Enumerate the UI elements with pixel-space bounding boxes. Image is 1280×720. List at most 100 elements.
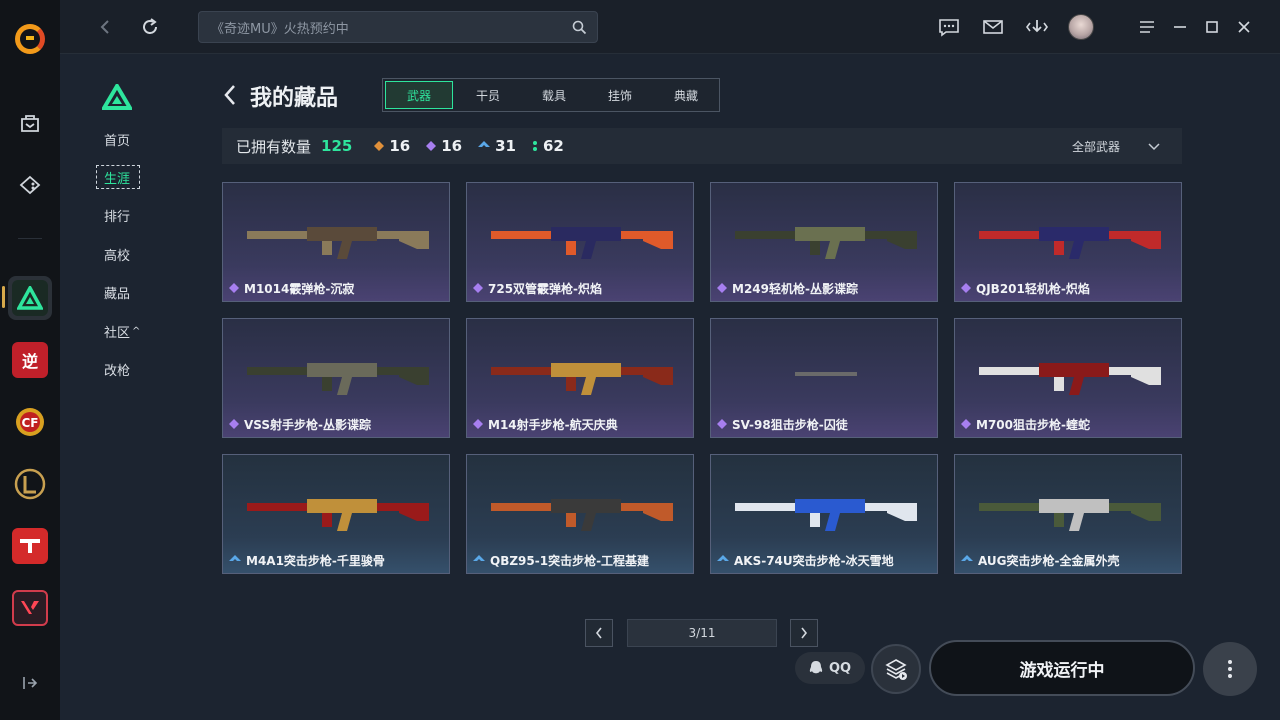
tab-vehicles[interactable]: 载具	[521, 79, 587, 111]
penguin-icon	[809, 661, 823, 674]
weapon-card[interactable]: M249轻机枪-丛影谍踪	[710, 182, 938, 302]
weapon-card-label: AUG突击步枪-全金属外壳	[961, 552, 1120, 569]
download-icon[interactable]	[1025, 15, 1049, 39]
gamepad-icon[interactable]	[17, 172, 43, 198]
weapon-image	[237, 339, 437, 409]
maximize-icon[interactable]	[1200, 15, 1224, 39]
active-game-indicator	[2, 286, 5, 308]
valorant-game-icon[interactable]	[12, 590, 48, 626]
green-rarity-icon	[532, 141, 537, 151]
subnav-college[interactable]: 高校	[96, 242, 140, 266]
purple-rarity-icon	[229, 282, 239, 296]
app-rail: 逆 CF	[0, 0, 60, 720]
weapon-card[interactable]: AUG突击步枪-全金属外壳	[954, 454, 1182, 574]
refresh-icon[interactable]	[137, 14, 163, 40]
tab-archive[interactable]: 典藏	[653, 79, 719, 111]
weapon-image	[725, 475, 925, 545]
weapon-card[interactable]: M4A1突击步枪-千里骏骨	[222, 454, 450, 574]
subnav-label: 社区	[104, 325, 131, 341]
more-options-button[interactable]	[1203, 642, 1257, 696]
search-input[interactable]: 《奇迹MU》火热预约中	[198, 11, 598, 43]
app-logo-icon[interactable]	[15, 24, 45, 54]
back-nav-button[interactable]	[92, 14, 118, 40]
layers-button[interactable]	[871, 644, 921, 694]
more-vertical-icon	[1228, 660, 1232, 678]
weapon-name: QBZ95-1突击步枪-工程基建	[490, 554, 650, 568]
weapon-image	[481, 203, 681, 273]
subnav-gunsmith[interactable]: 改枪	[96, 357, 140, 381]
weapon-card[interactable]: QBZ95-1突击步枪-工程基建	[466, 454, 694, 574]
close-icon[interactable]	[1232, 15, 1256, 39]
store-bag-icon[interactable]	[17, 110, 43, 136]
page-back-button[interactable]	[222, 82, 238, 112]
subnav-career[interactable]: 生涯	[96, 165, 140, 189]
weapon-card-label: M700狙击步枪-蝰蛇	[961, 416, 1090, 433]
purple-rarity-icon	[961, 282, 971, 296]
weapon-card-label: QBZ95-1突击步枪-工程基建	[473, 552, 649, 569]
weapon-card-label: SV-98狙击步枪-囚徒	[717, 416, 848, 433]
qq-button[interactable]: QQ	[795, 652, 865, 684]
stat-green: 62	[532, 137, 564, 155]
nishuihan-game-icon[interactable]: 逆	[12, 342, 48, 378]
filter-label: 全部武器	[1071, 140, 1120, 154]
menu-icon[interactable]	[1135, 15, 1159, 39]
weapon-card[interactable]: VSS射手步枪-丛影谍踪	[222, 318, 450, 438]
subnav-ranking[interactable]: 排行	[96, 203, 140, 227]
arena-breakout-game-icon[interactable]	[12, 528, 48, 564]
purple-rarity-icon	[426, 141, 437, 151]
owned-total: 125	[321, 137, 353, 155]
weapon-card-label: M14射手步枪-航天庆典	[473, 416, 618, 433]
weapon-card[interactable]: M700狙击步枪-蝰蛇	[954, 318, 1182, 438]
prev-page-button[interactable]	[585, 619, 613, 647]
collection-tabs: 武器 干员 载具 挂饰 典藏	[382, 78, 720, 112]
user-avatar[interactable]	[1068, 14, 1094, 40]
weapon-image	[725, 339, 925, 409]
stat-orange: 16	[374, 137, 410, 155]
search-placeholder: 《奇迹MU》火热预约中	[211, 21, 349, 37]
weapon-image	[481, 475, 681, 545]
tab-operators[interactable]: 干员	[455, 79, 521, 111]
weapon-card[interactable]: M14射手步枪-航天庆典	[466, 318, 694, 438]
collapse-sidebar-icon[interactable]	[17, 670, 43, 696]
league-of-legends-game-icon[interactable]	[12, 466, 48, 502]
weapon-card-label: VSS射手步枪-丛影谍踪	[229, 416, 371, 433]
weapon-card[interactable]: AKS-74U突击步枪-冰天雪地	[710, 454, 938, 574]
purple-rarity-icon	[229, 418, 239, 432]
weapon-name: M1014霰弹枪-沉寂	[244, 282, 355, 296]
subnav-home[interactable]: 首页	[96, 127, 140, 151]
delta-force-game-icon[interactable]	[12, 280, 48, 316]
weapon-card[interactable]: SV-98狙击步枪-囚徒	[710, 318, 938, 438]
search-icon[interactable]	[572, 20, 587, 39]
minimize-icon[interactable]	[1168, 15, 1192, 39]
crossfire-game-icon[interactable]: CF	[12, 404, 48, 440]
mail-icon[interactable]	[981, 15, 1005, 39]
weapon-name: M14射手步枪-航天庆典	[488, 418, 618, 432]
collection-stats-bar: 已拥有数量 125 16 16 31 62 全部武器	[222, 128, 1182, 164]
subnav-collection[interactable]: 藏品	[96, 280, 140, 304]
blue-rarity-icon	[478, 141, 491, 147]
weapon-name: 725双管霰弹枪-炽焰	[488, 282, 603, 296]
chat-icon[interactable]	[937, 15, 961, 39]
weapon-card[interactable]: QJB201轻机枪-炽焰	[954, 182, 1182, 302]
game-running-button[interactable]: 游戏运行中	[929, 640, 1195, 696]
tab-charms[interactable]: 挂饰	[587, 79, 653, 111]
weapon-name: AKS-74U突击步枪-冰天雪地	[734, 554, 894, 568]
stat-purple: 16	[426, 137, 462, 155]
stat-orange-count: 16	[389, 137, 411, 155]
weapon-card-label: 725双管霰弹枪-炽焰	[473, 280, 602, 297]
stat-blue-count: 31	[495, 137, 516, 155]
next-page-button[interactable]	[790, 619, 818, 647]
weapon-card[interactable]: M1014霰弹枪-沉寂	[222, 182, 450, 302]
top-bar: 《奇迹MU》火热预约中	[60, 0, 1280, 54]
svg-text:CF: CF	[21, 416, 38, 430]
game-running-label: 游戏运行中	[1019, 660, 1105, 681]
community-caret-icon: ^	[132, 325, 141, 337]
subnav-label: 生涯	[104, 171, 131, 187]
weapon-filter-dropdown[interactable]: 全部武器	[1072, 138, 1160, 155]
tab-weapons[interactable]: 武器	[385, 81, 453, 109]
weapon-card[interactable]: 725双管霰弹枪-炽焰	[466, 182, 694, 302]
blue-rarity-icon	[717, 554, 729, 568]
weapon-name: SV-98狙击步枪-囚徒	[732, 418, 848, 432]
subnav-label: 排行	[104, 209, 131, 225]
subnav-community[interactable]: 社区 ^	[96, 319, 156, 343]
